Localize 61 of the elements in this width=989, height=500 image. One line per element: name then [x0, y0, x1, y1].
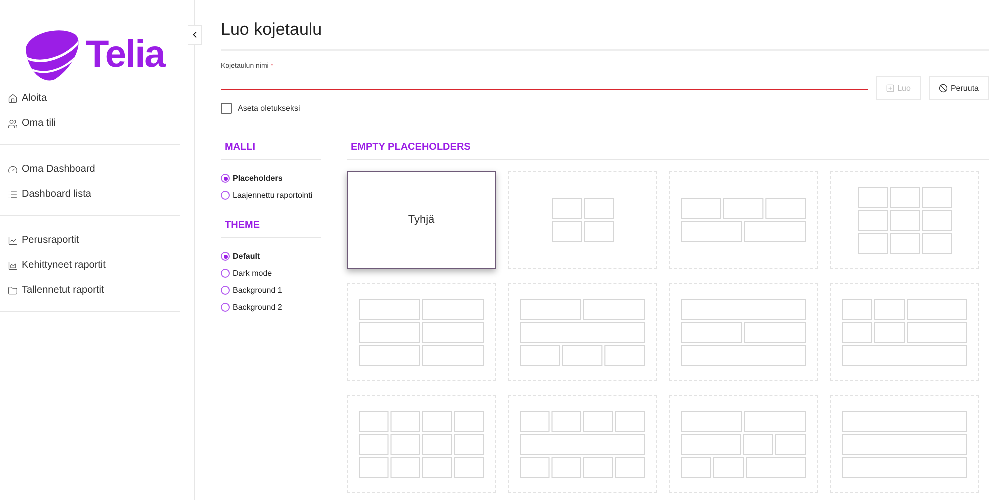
template-card[interactable]: [830, 395, 979, 493]
cancel-button[interactable]: Peruuta: [928, 76, 989, 100]
radio-label: Background 1: [233, 286, 282, 295]
users-icon: [8, 118, 18, 128]
template-card[interactable]: [669, 395, 818, 493]
checkbox[interactable]: [221, 103, 232, 114]
radio-label: Laajennettu raportointi: [233, 191, 313, 200]
layout-thumbnail-icon: [359, 410, 484, 478]
section-heading: EMPTY PLACEHOLDERS: [350, 141, 472, 155]
layout-thumbnail-icon: [858, 186, 952, 254]
checkbox-label: Aseta oletukseksi: [238, 104, 300, 113]
radio-button[interactable]: [221, 286, 230, 295]
sidebar-item[interactable]: Kehittyneet raportit: [8, 253, 180, 278]
sidebar-item[interactable]: Aloita: [8, 86, 180, 111]
plus-icon: [886, 84, 895, 92]
sidebar-item[interactable]: Tallennetut raportit: [8, 278, 180, 303]
layout-thumbnail-icon: [520, 298, 645, 366]
sidebar-item[interactable]: Oma Dashboard: [8, 157, 180, 182]
line-chart-icon: [8, 236, 18, 246]
template-card[interactable]: [830, 171, 979, 269]
template-card[interactable]: [508, 395, 657, 493]
radio-button[interactable]: [221, 174, 230, 183]
layout-thumbnail-icon: [359, 298, 484, 366]
radio-button[interactable]: [221, 269, 230, 278]
area-chart-icon: [8, 260, 18, 270]
sidebar-item[interactable]: Perusraportit: [8, 228, 180, 253]
layout-thumbnail-icon: [681, 198, 806, 242]
home-icon: [8, 94, 18, 104]
template-card[interactable]: [347, 395, 496, 493]
section-heading: THEME: [224, 219, 261, 233]
layout-thumbnail-icon: [681, 410, 806, 478]
collapse-button[interactable]: [188, 25, 202, 45]
radio-button[interactable]: [221, 252, 230, 261]
layout-thumbnail-icon: [552, 198, 614, 242]
sidebar-item[interactable]: Oma tili: [8, 111, 180, 136]
template-card[interactable]: [347, 283, 496, 381]
radio-label: Default: [233, 252, 260, 261]
radio-label: Placeholders: [233, 174, 283, 183]
sidebar-item[interactable]: Dashboard lista: [8, 182, 180, 207]
template-card[interactable]: [508, 283, 657, 381]
folder-icon: [8, 286, 18, 296]
layout-thumbnail-icon: [520, 410, 645, 478]
template-card[interactable]: Tyhjä: [347, 171, 496, 269]
list-icon: [8, 190, 18, 200]
template-card[interactable]: [669, 283, 818, 381]
gauge-icon: [8, 164, 18, 174]
section-heading: MALLI: [224, 141, 257, 155]
radio-button[interactable]: [221, 303, 230, 312]
template-label: Tyhjä: [408, 214, 435, 226]
radio-button[interactable]: [221, 191, 230, 200]
template-card[interactable]: [830, 283, 979, 381]
template-card[interactable]: [669, 171, 818, 269]
brand-name: Telia: [86, 34, 165, 76]
layout-thumbnail-icon: [681, 298, 806, 366]
page-title: Luo kojetaulu: [221, 0, 989, 51]
cancel-icon: [938, 84, 948, 92]
radio-label: Dark mode: [233, 269, 272, 278]
radio-label: Background 2: [233, 303, 282, 312]
template-card[interactable]: [508, 171, 657, 269]
layout-thumbnail-icon: [842, 410, 967, 478]
layout-thumbnail-icon: [842, 298, 967, 366]
